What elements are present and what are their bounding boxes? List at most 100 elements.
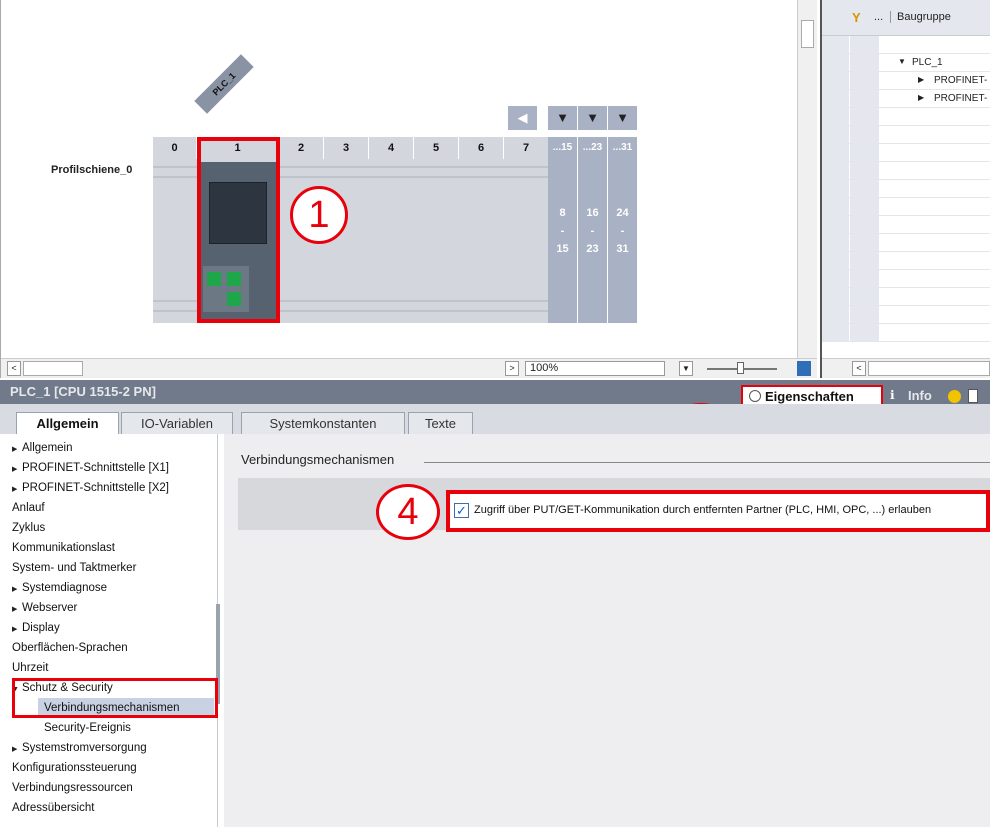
overview-toggle-icon[interactable] — [797, 361, 811, 376]
info-tab-icon: ℹ — [890, 388, 895, 402]
info-icon — [948, 390, 961, 403]
scroll-left-icon[interactable]: < — [7, 361, 21, 376]
nav-label: System- und Taktmerker — [12, 562, 137, 574]
device-overview: Y ... Baugruppe ▼ PLC_1 ▶ PROFINET- ▶ PROFI… — [820, 0, 990, 378]
group-from: 16 — [586, 207, 599, 219]
slot-header-0: 0 — [153, 137, 197, 159]
nav-label: PROFINET-Schnittstelle [X1] — [22, 462, 169, 474]
nav-item-systemdiagnose[interactable]: ▶ Systemdiagnose — [12, 578, 107, 598]
nav-item-verbindungsressourcen[interactable]: Verbindungsressourcen — [12, 778, 133, 798]
marker-1: 1 — [290, 186, 348, 244]
group-header: ...15 — [552, 142, 573, 153]
overview-col-ellipsis: ... — [874, 11, 884, 23]
nav-item-systemstromversorgung[interactable]: ▶ Systemstromversorgung — [12, 738, 147, 758]
eigenschaften-label: Eigenschaften — [765, 389, 854, 404]
info-label: Info — [908, 388, 932, 403]
overview-row[interactable]: ▼ PLC_1 — [822, 54, 990, 72]
nav-item-oberflaechen-sprachen[interactable]: Oberflächen-Sprachen — [12, 638, 128, 658]
tree-expander[interactable]: ▶ — [918, 75, 924, 84]
chevron-right-icon: ▶ — [12, 606, 18, 613]
device-view-vscrollbar[interactable] — [797, 0, 817, 358]
diagnostics-icon — [968, 389, 978, 403]
tree-expander[interactable]: ▼ — [898, 57, 906, 66]
expand-group-button[interactable]: ▼ — [608, 106, 637, 130]
scroll-right-icon[interactable]: > — [505, 361, 519, 376]
tab-io-variablen[interactable]: IO-Variablen — [121, 412, 233, 434]
nav-label: Uhrzeit — [12, 662, 49, 674]
tree-item: PLC_1 — [912, 57, 943, 68]
group-from: 24 — [616, 207, 629, 219]
overview-row[interactable]: ▶ PROFINET- — [822, 72, 990, 90]
chevron-right-icon: ▶ — [12, 586, 18, 593]
nav-item-profinet-x2[interactable]: ▶ PROFINET-Schnittstelle [X2] — [12, 478, 169, 498]
group-column[interactable]: ...31 24 - 31 — [608, 137, 637, 323]
chevron-right-icon: ▶ — [12, 486, 18, 493]
nav-item-kommunikationslast[interactable]: Kommunikationslast — [12, 538, 115, 558]
overview-header: Y ... Baugruppe — [822, 0, 990, 36]
nav-item-webserver[interactable]: ▶ Webserver — [12, 598, 77, 618]
group-to: 31 — [616, 243, 629, 255]
scroll-left-icon[interactable]: < — [852, 361, 866, 376]
zoom-slider-thumb[interactable] — [737, 362, 744, 374]
overview-hscrollbar[interactable]: < — [822, 358, 990, 378]
properties-nav: ▶ Allgemein ▶ PROFINET-Schnittstelle [X1] … — [8, 434, 220, 827]
device-view[interactable]: PLC_1 Profilschiene_0 0 1 2 3 4 5 6 7 1 … — [0, 0, 820, 378]
slot-header-5: 5 — [414, 137, 459, 159]
slot-header-7: 7 — [504, 137, 549, 159]
zoom-dropdown-icon[interactable]: ▼ — [679, 361, 693, 376]
nav-item-allgemein[interactable]: ▶ Allgemein — [12, 438, 73, 458]
scroll-left-button[interactable]: ◀ — [508, 106, 537, 130]
chevron-right-icon: ▶ — [12, 626, 18, 633]
nav-label: Systemstromversorgung — [22, 742, 147, 754]
tab-systemkonstanten[interactable]: Systemkonstanten — [241, 412, 405, 434]
chevron-right-icon: ▶ — [12, 446, 18, 453]
slot-header-3: 3 — [324, 137, 369, 159]
hscroll-thumb[interactable] — [23, 361, 83, 376]
group-dash: - — [590, 225, 595, 237]
overview-row[interactable]: ▶ PROFINET- — [822, 90, 990, 108]
group-from: 8 — [559, 207, 566, 219]
group-header: ...23 — [582, 142, 603, 153]
tab-allgemein[interactable]: Allgemein — [16, 412, 119, 435]
group-to: 23 — [586, 243, 599, 255]
nav-label: Oberflächen-Sprachen — [12, 642, 128, 654]
put-get-checkbox[interactable]: ✓ — [454, 503, 469, 518]
section-title: Verbindungsmechanismen — [241, 452, 401, 467]
nav-item-anlauf[interactable]: Anlauf — [12, 498, 45, 518]
nav-item-zyklus[interactable]: Zyklus — [12, 518, 45, 538]
group-header: ...31 — [612, 142, 633, 153]
hscroll-thumb[interactable] — [868, 361, 990, 376]
slot-header-6: 6 — [459, 137, 504, 159]
overview-col-title[interactable]: Baugruppe — [890, 11, 951, 23]
marker-4: 4 — [376, 484, 440, 540]
section-rule — [424, 462, 990, 463]
group-column[interactable]: ...15 8 - 15 — [548, 137, 577, 323]
nav-item-adressuebersicht[interactable]: Adressübersicht — [12, 798, 94, 818]
nav-item-konfigurationssteuerung[interactable]: Konfigurationssteuerung — [12, 758, 137, 778]
nav-label: PROFINET-Schnittstelle [X2] — [22, 482, 169, 494]
chevron-right-icon: ▶ — [12, 746, 18, 753]
expand-group-button[interactable]: ▼ — [578, 106, 607, 130]
nav-item-display[interactable]: ▶ Display — [12, 618, 60, 638]
nav-item-uhrzeit[interactable]: Uhrzeit — [12, 658, 48, 678]
module-icon: Y — [852, 10, 861, 25]
expand-group-button[interactable]: ▼ — [548, 106, 577, 130]
tree-expander[interactable]: ▶ — [918, 93, 924, 102]
group-column[interactable]: ...23 16 - 23 — [578, 137, 607, 323]
nav-label: Zyklus — [12, 522, 46, 534]
rail-label: Profilschiene_0 — [51, 164, 133, 176]
group-to: 15 — [556, 243, 569, 255]
chevron-right-icon: ▶ — [12, 466, 18, 473]
scroll-thumb[interactable] — [801, 20, 814, 48]
nav-item-security-ereignis[interactable]: Security-Ereignis — [44, 718, 131, 738]
tia-portal-window: PLC_1 Profilschiene_0 0 1 2 3 4 5 6 7 1 … — [0, 0, 990, 827]
zoom-field[interactable]: 100% — [525, 361, 665, 376]
nav-item-profinet-x1[interactable]: ▶ PROFINET-Schnittstelle [X1] — [12, 458, 169, 478]
group-dash: - — [560, 225, 565, 237]
nav-item-takt-merker[interactable]: System- und Taktmerker — [12, 558, 136, 578]
properties-tabs: Allgemein IO-Variablen Systemkonstanten … — [0, 404, 990, 435]
tab-texte[interactable]: Texte — [408, 412, 473, 434]
group-dash: - — [620, 225, 625, 237]
tree-item: PROFINET- — [934, 93, 988, 104]
put-get-label[interactable]: Zugriff über PUT/GET-Kommunikation durch… — [474, 504, 931, 516]
